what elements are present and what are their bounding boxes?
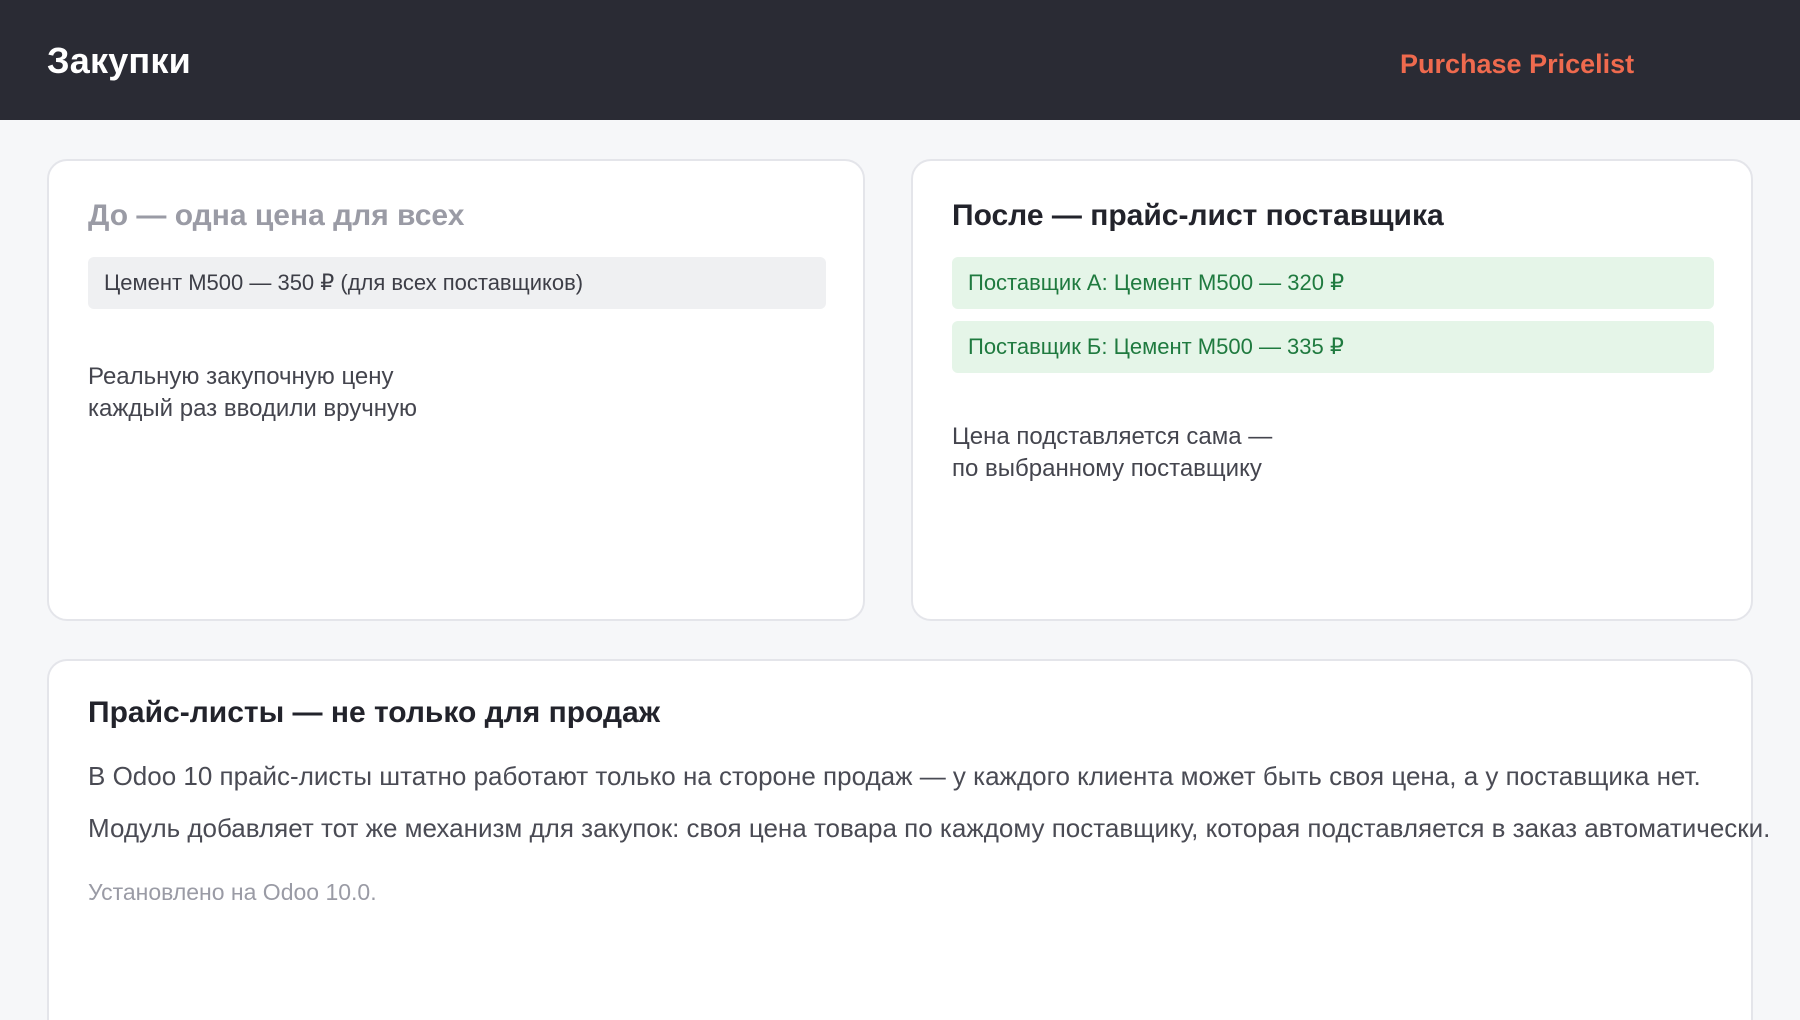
after-note-line: по выбранному поставщику <box>952 455 1262 482</box>
before-note-line: Реальную закупочную цену <box>88 363 394 390</box>
installed-version-note: Установлено на Odoo 10.0. <box>88 879 377 905</box>
info-paragraph: В Odoo 10 прайс-листы штатно работают то… <box>88 761 1701 791</box>
top-bar: Закупки Purchase Pricelist <box>0 0 1800 120</box>
after-note: Цена подставляется сама — по выбранному … <box>952 421 1272 485</box>
module-name: Purchase Pricelist <box>1400 49 1635 79</box>
info-paragraph: Модуль добавляет тот же механизм для зак… <box>88 813 1771 843</box>
before-card: До — одна цена для всех Цемент М500 — 35… <box>47 159 865 621</box>
before-heading: До — одна цена для всех <box>88 199 465 232</box>
single-price-line: Цемент М500 — 350 ₽ (для всех поставщико… <box>88 257 826 309</box>
after-card: После — прайс-лист поставщика Поставщик … <box>911 159 1753 621</box>
app-title: Закупки <box>47 40 191 81</box>
after-note-line: Цена подставляется сама — <box>952 423 1273 450</box>
info-card: Прайс-листы — не только для продаж В Odo… <box>47 659 1770 1020</box>
supplier-b-price-line: Поставщик Б: Цемент М500 — 335 ₽ <box>952 321 1714 373</box>
before-note-line: каждый раз вводили вручную <box>88 395 417 422</box>
after-heading: После — прайс-лист поставщика <box>952 199 1444 232</box>
supplier-a-price-line: Поставщик А: Цемент М500 — 320 ₽ <box>952 257 1714 309</box>
info-heading: Прайс-листы — не только для продаж <box>88 696 660 729</box>
before-note: Реальную закупочную цену каждый раз ввод… <box>88 361 417 425</box>
